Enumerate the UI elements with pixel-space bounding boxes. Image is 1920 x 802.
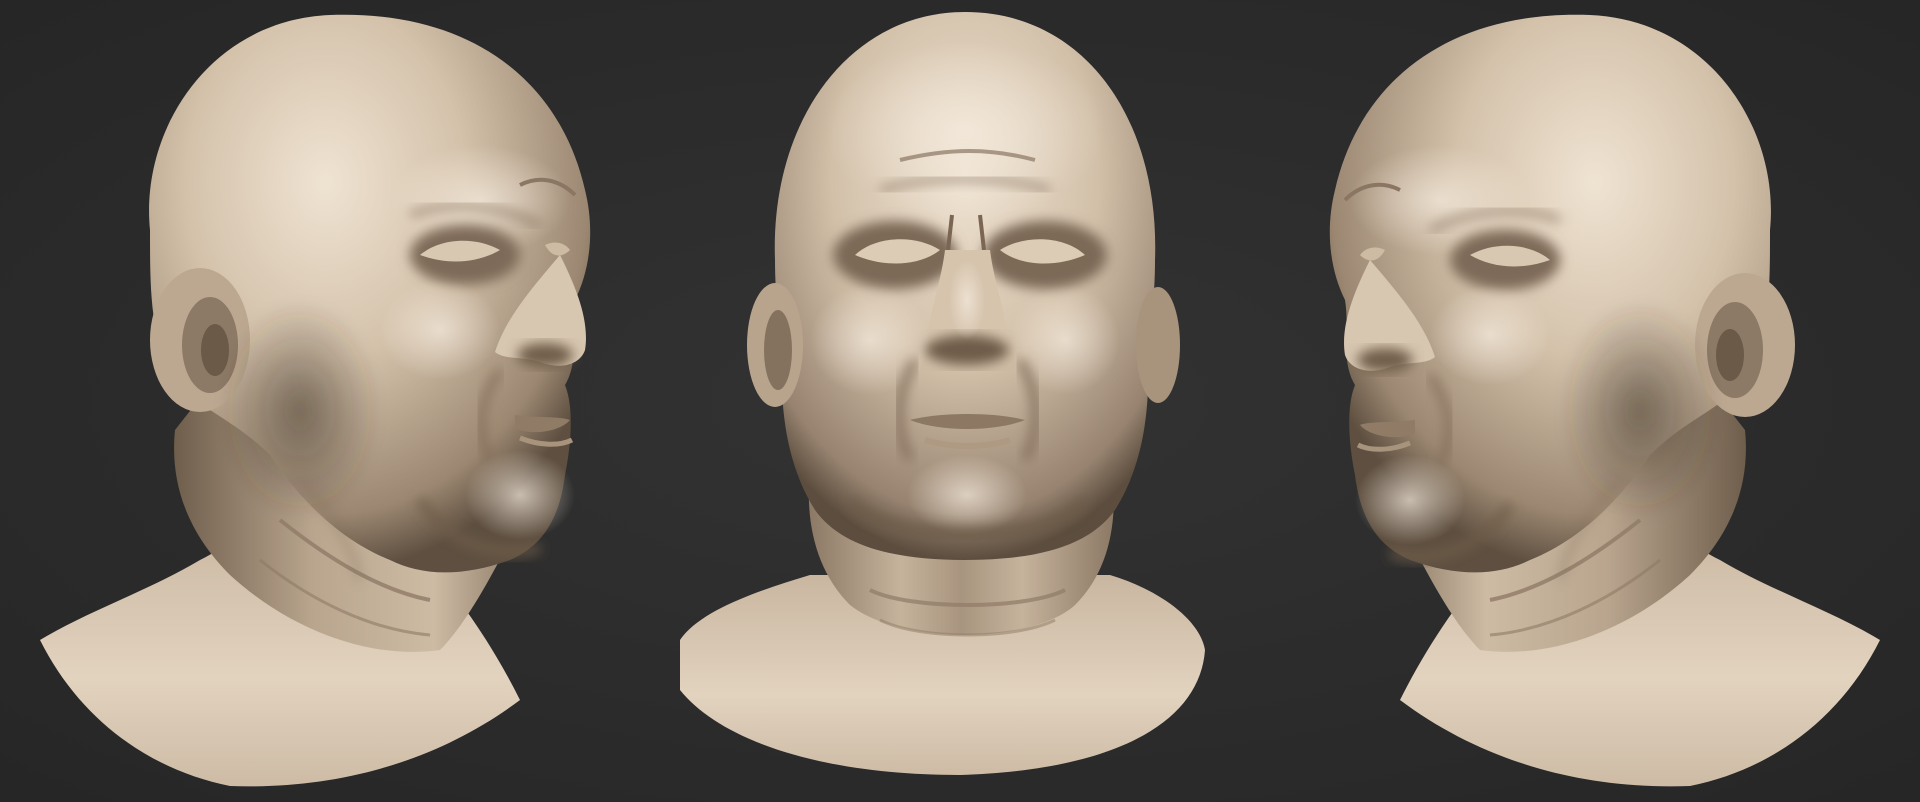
sculpt-render xyxy=(0,0,1920,802)
viewport xyxy=(0,0,1920,802)
